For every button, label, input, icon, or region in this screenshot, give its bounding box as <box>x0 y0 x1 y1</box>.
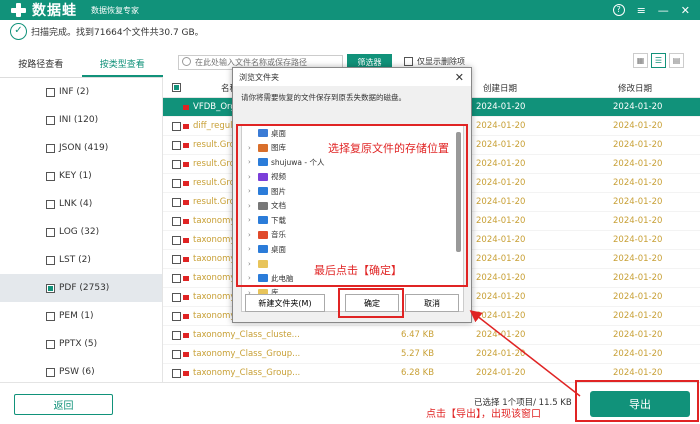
annotation-arrow <box>469 310 581 397</box>
